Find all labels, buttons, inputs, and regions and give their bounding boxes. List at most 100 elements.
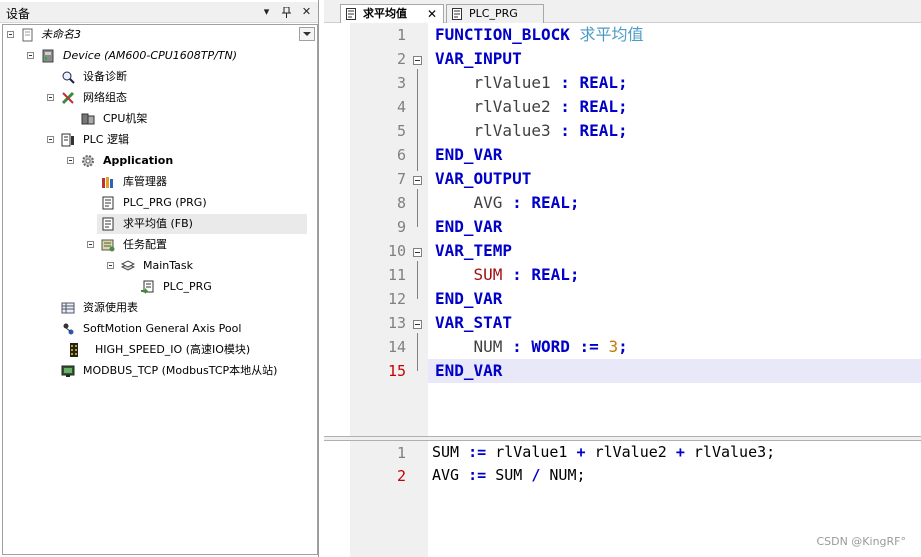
project-icon xyxy=(22,28,33,42)
tree-item-label: PLC_PRG (PRG) xyxy=(123,196,207,209)
panel-pin-icon[interactable] xyxy=(279,4,294,20)
tools-icon xyxy=(61,91,75,105)
keyword: END_VAR xyxy=(435,217,503,236)
gear-icon xyxy=(82,155,94,167)
tree-item-library-manager[interactable]: 库管理器 xyxy=(3,172,317,192)
tree-item-resource-table[interactable]: 资源使用表 xyxy=(3,298,317,318)
magnifier-icon xyxy=(62,71,75,84)
identifier: SUM xyxy=(432,443,460,461)
rack-icon xyxy=(81,113,95,125)
tree-item-device[interactable]: Device (AM600-CPU1608TP/TN) xyxy=(3,46,317,66)
collapse-toggle[interactable] xyxy=(47,94,54,101)
line-number: 8 xyxy=(396,194,406,212)
code-line: rlValue2 : REAL; xyxy=(435,95,921,119)
collapse-toggle[interactable] xyxy=(107,262,114,269)
keyword: END_VAR xyxy=(435,361,503,380)
line-number: 4 xyxy=(396,98,406,116)
line-number: 12 xyxy=(387,290,406,308)
tree-item-high-speed-io[interactable]: HIGH_SPEED_IO (高速IO模块) xyxy=(3,340,317,360)
tree-item-application[interactable]: Application xyxy=(3,151,317,171)
document-icon xyxy=(346,8,356,20)
panel-close-icon[interactable]: ✕ xyxy=(299,4,314,20)
library-books-icon xyxy=(102,177,113,188)
program-icon xyxy=(102,196,114,210)
line-number: 13 xyxy=(387,314,406,332)
tree-item-main-task[interactable]: MainTask xyxy=(3,256,317,276)
fold-guide xyxy=(417,69,418,171)
tab-average-fb[interactable]: 求平均值 ✕ xyxy=(340,4,444,23)
tree-item-project[interactable]: 未命名3 xyxy=(3,25,317,45)
code-line: rlValue1 : REAL; xyxy=(435,71,921,95)
project-dropdown-button[interactable] xyxy=(299,27,315,41)
tree-item-modbus-tcp[interactable]: MODBUS_TCP (ModbusTCP本地从站) xyxy=(3,361,317,381)
declaration-pane[interactable]: 1 2 3 4 5 6 7 8 9 10 11 12 13 14 15 FUNC… xyxy=(324,23,921,436)
tree-item-cpu-rack[interactable]: CPU机架 xyxy=(3,109,317,129)
tab-close-icon[interactable]: ✕ xyxy=(427,5,437,23)
collapse-toggle[interactable] xyxy=(67,157,74,164)
tree-item-softmotion[interactable]: SoftMotion General Axis Pool xyxy=(3,319,317,339)
fold-toggle-var-temp[interactable] xyxy=(413,248,422,257)
identifier: rlValue3 xyxy=(473,121,551,140)
identifier: NUM xyxy=(473,337,503,356)
identifier: SUM xyxy=(495,466,523,484)
line-number: 6 xyxy=(396,146,406,164)
task-stack-icon xyxy=(121,260,135,271)
tree-item-label: 求平均值 (FB) xyxy=(123,217,193,230)
declaration-code[interactable]: FUNCTION_BLOCK 求平均值 VAR_INPUT rlValue1 :… xyxy=(428,23,921,436)
identifier: rlValue2 xyxy=(594,443,667,461)
code-line: VAR_TEMP xyxy=(435,239,921,263)
tree-item-label: 设备诊断 xyxy=(83,70,127,83)
collapse-toggle[interactable] xyxy=(27,52,34,59)
keyword: VAR_INPUT xyxy=(435,49,522,68)
tree-item-diagnostics[interactable]: 设备诊断 xyxy=(3,67,317,87)
collapse-toggle[interactable] xyxy=(47,136,54,143)
operator: / xyxy=(531,466,541,484)
operator: : xyxy=(560,97,570,116)
tree-item-label: SoftMotion General Axis Pool xyxy=(83,322,242,335)
tree-item-label: HIGH_SPEED_IO (高速IO模块) xyxy=(95,343,251,356)
tree-item-average-fb[interactable]: 求平均值 (FB) xyxy=(97,214,307,234)
collapse-toggle[interactable] xyxy=(87,241,94,248)
identifier: rlValue3; xyxy=(693,443,776,461)
code-line-current: END_VAR xyxy=(428,359,921,383)
tree-item-label: CPU机架 xyxy=(103,112,148,125)
program-call-icon xyxy=(141,280,154,294)
operator: + xyxy=(576,443,586,461)
type: REAL; xyxy=(579,97,628,116)
operator: := xyxy=(468,443,487,461)
collapse-toggle[interactable] xyxy=(7,31,14,38)
monitor-icon xyxy=(61,365,75,377)
line-number: 7 xyxy=(396,170,406,188)
fold-toggle-var-stat[interactable] xyxy=(413,320,422,329)
tree-item-network-config[interactable]: 网络组态 xyxy=(3,88,317,108)
fold-toggle-var-output[interactable] xyxy=(413,176,422,185)
tree-item-program-call[interactable]: PLC_PRG xyxy=(3,277,317,297)
operator: : xyxy=(560,73,570,92)
line-number: 2 xyxy=(396,50,406,68)
keyword: END_VAR xyxy=(435,289,503,308)
tree-item-plc-prg[interactable]: PLC_PRG (PRG) xyxy=(3,193,317,213)
identifier: NUM; xyxy=(549,466,586,484)
identifier: rlValue1 xyxy=(495,443,568,461)
tree-item-task-config[interactable]: 任务配置 xyxy=(3,235,317,255)
keyword: VAR_OUTPUT xyxy=(435,169,532,188)
tree-item-label: 网络组态 xyxy=(83,91,127,104)
number-literal: 3 xyxy=(608,337,619,356)
fold-toggle-var-input[interactable] xyxy=(413,56,422,65)
panel-menu-icon[interactable]: ▾ xyxy=(259,4,274,20)
operator: : xyxy=(512,265,522,284)
line-number: 1 xyxy=(396,26,406,44)
operator: : xyxy=(512,193,522,212)
tab-label: 求平均值 xyxy=(363,7,407,20)
editor-tab-bar: 求平均值 ✕ PLC_PRG xyxy=(324,0,921,23)
code-line: END_VAR xyxy=(435,215,921,239)
code-line: NUM : WORD := 3; xyxy=(435,335,921,359)
tree-item-label: 资源使用表 xyxy=(83,301,138,314)
tab-plc-prg[interactable]: PLC_PRG xyxy=(446,4,544,23)
identifier: SUM xyxy=(473,265,503,284)
code-line: VAR_STAT xyxy=(435,311,921,335)
tree-item-label: Application xyxy=(103,154,174,167)
tree-item-plc-logic[interactable]: PLC 逻辑 xyxy=(3,130,317,150)
code-line: SUM := rlValue1 + rlValue2 + rlValue3; xyxy=(432,441,921,464)
code-line: FUNCTION_BLOCK 求平均值 xyxy=(435,23,921,47)
